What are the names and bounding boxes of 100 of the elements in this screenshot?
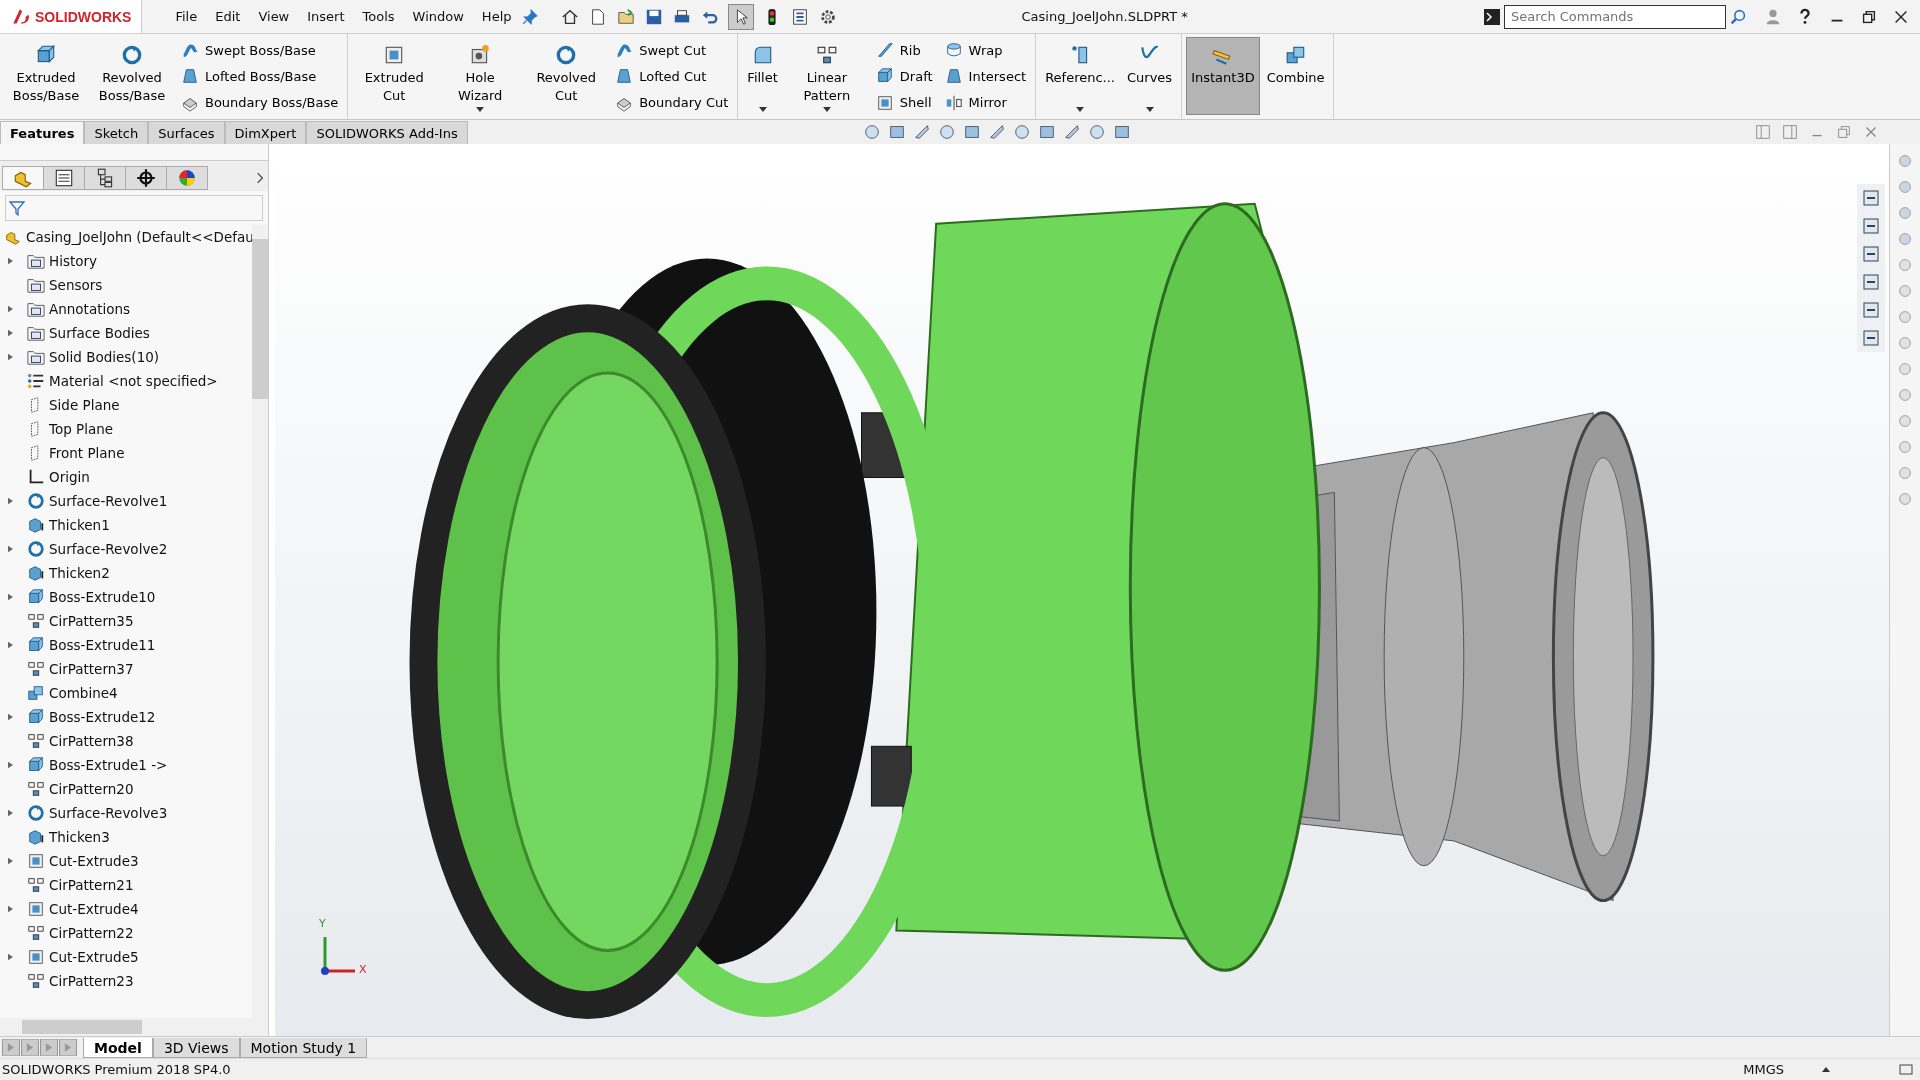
folder-icon[interactable] xyxy=(1861,244,1881,264)
tree-item[interactable]: Surface-Revolve3 xyxy=(49,805,168,821)
tree-item[interactable]: Boss-Extrude11 xyxy=(49,637,156,653)
tree-item[interactable]: Boss-Extrude1 -> xyxy=(49,757,168,773)
menu-item[interactable]: View xyxy=(249,9,299,24)
command-tab[interactable]: Features xyxy=(0,121,85,144)
crosshair-icon[interactable] xyxy=(125,166,167,190)
command-tab[interactable]: SOLIDWORKS Add-Ins xyxy=(306,121,468,144)
expand-arrow-icon[interactable] xyxy=(8,641,13,649)
model-tab[interactable]: Motion Study 1 xyxy=(239,1038,368,1058)
hierarchy-icon[interactable] xyxy=(84,166,126,190)
command-tab[interactable]: DimXpert xyxy=(224,121,307,144)
pointer-icon[interactable] xyxy=(728,4,753,29)
tree-item[interactable]: Cut-Extrude3 xyxy=(49,853,139,869)
command-tab[interactable]: Sketch xyxy=(84,121,149,144)
folder-icon[interactable] xyxy=(616,7,635,26)
part-icon[interactable] xyxy=(2,166,44,190)
expand-arrow-icon[interactable] xyxy=(8,257,13,265)
tree-item[interactable]: CirPattern20 xyxy=(49,781,134,797)
settings-icon[interactable] xyxy=(818,7,837,26)
chevron-right-icon[interactable] xyxy=(254,172,266,184)
ribbon-button[interactable]: Curves xyxy=(1122,37,1178,115)
ribbon-button[interactable]: Intersect xyxy=(939,65,1032,88)
units-selector[interactable]: MMGS xyxy=(1743,1062,1784,1077)
expand-arrow-icon[interactable] xyxy=(8,353,13,361)
expand-arrow-icon[interactable] xyxy=(8,305,13,313)
menu-item[interactable]: Edit xyxy=(206,9,250,24)
user-icon[interactable] xyxy=(1764,7,1782,26)
ribbon-button[interactable]: Instant3D xyxy=(1186,37,1260,115)
ribbon-button[interactable]: Draft xyxy=(870,65,938,88)
tree-item[interactable]: Front Plane xyxy=(49,445,125,461)
tree-item[interactable]: Annotations xyxy=(49,301,131,317)
ribbon-button[interactable]: Wrap xyxy=(939,39,1032,62)
ribbon-button[interactable]: Lofted Cut xyxy=(610,65,734,88)
ribbon-button[interactable]: Swept Boss/Base xyxy=(176,39,344,62)
property-list-icon[interactable] xyxy=(43,166,85,190)
tree-item[interactable]: CirPattern37 xyxy=(49,661,134,677)
tree-item[interactable]: Material <not specified> xyxy=(49,373,218,389)
model-tab[interactable]: 3D Views xyxy=(152,1038,240,1058)
tree-item[interactable]: Cut-Extrude5 xyxy=(49,949,139,965)
tree-item[interactable]: Thicken3 xyxy=(49,829,110,845)
tree-item[interactable]: CirPattern23 xyxy=(49,973,134,989)
tree-item[interactable]: CirPattern22 xyxy=(49,925,134,941)
ribbon-button[interactable]: Hole Wizard xyxy=(438,37,523,115)
scrollbar[interactable] xyxy=(0,1018,268,1036)
tree-item[interactable]: Thicken1 xyxy=(49,517,110,533)
menu-item[interactable]: Help xyxy=(472,9,521,24)
ribbon-button[interactable]: Rib xyxy=(870,39,938,62)
tree-item[interactable]: Top Plane xyxy=(49,421,114,437)
tree-item[interactable]: Combine4 xyxy=(49,685,118,701)
ribbon-button[interactable]: Revolved Boss/Base xyxy=(90,37,174,115)
menu-item[interactable]: Window xyxy=(403,9,473,24)
tree-item[interactable]: Solid Bodies(10) xyxy=(49,349,160,365)
expand-arrow-icon[interactable] xyxy=(8,593,13,601)
tree-item[interactable]: Cut-Extrude4 xyxy=(49,901,139,917)
ribbon-button[interactable]: Linear Pattern xyxy=(784,37,869,115)
expand-arrow-icon[interactable] xyxy=(8,809,13,817)
tree-item[interactable]: Surface-Revolve2 xyxy=(49,541,168,557)
tree-item[interactable]: Sensors xyxy=(49,277,103,293)
tree-item[interactable]: Casing_JoelJohn (Default<<Defau xyxy=(26,229,252,245)
ribbon-button[interactable]: Mirror xyxy=(939,91,1032,114)
color-wheel-icon[interactable] xyxy=(166,166,208,190)
menu-item[interactable]: Tools xyxy=(353,9,404,24)
tree-item[interactable]: Thicken2 xyxy=(49,565,110,581)
menu-item[interactable]: File xyxy=(166,9,207,24)
ribbon-button[interactable]: Extruded Cut xyxy=(352,37,437,115)
caret-icon[interactable] xyxy=(1822,1067,1830,1072)
tree-item[interactable]: Origin xyxy=(49,469,90,485)
save-icon[interactable] xyxy=(644,7,663,26)
tree-item[interactable]: CirPattern21 xyxy=(49,877,134,893)
tree-item[interactable]: CirPattern35 xyxy=(49,613,134,629)
expand-arrow-icon[interactable] xyxy=(8,713,13,721)
expand-arrow-icon[interactable] xyxy=(8,329,13,337)
ribbon-button[interactable]: Shell xyxy=(870,91,938,114)
pin-icon[interactable] xyxy=(520,7,539,26)
ribbon-button[interactable]: Lofted Boss/Base xyxy=(176,65,344,88)
tree-item[interactable]: Surface Bodies xyxy=(49,325,150,341)
expand-arrow-icon[interactable] xyxy=(8,497,13,505)
expand-arrow-icon[interactable] xyxy=(8,545,13,553)
tree-item[interactable]: Boss-Extrude12 xyxy=(49,709,156,725)
ribbon-button[interactable]: Combine xyxy=(1261,37,1330,115)
tree-item[interactable]: History xyxy=(49,253,98,269)
tree-item[interactable]: Surface-Revolve1 xyxy=(49,493,168,509)
scrollbar[interactable] xyxy=(252,225,268,1018)
expand-arrow-icon[interactable] xyxy=(8,761,13,769)
tree-item[interactable]: CirPattern38 xyxy=(49,733,134,749)
expand-arrow-icon[interactable] xyxy=(8,953,13,961)
ribbon-button[interactable]: Extruded Boss/Base xyxy=(4,37,88,115)
tree-item[interactable]: Boss-Extrude10 xyxy=(49,589,156,605)
filter-field[interactable] xyxy=(5,195,263,221)
tree-item[interactable]: Side Plane xyxy=(49,397,120,413)
ribbon-button[interactable]: Fillet xyxy=(742,37,783,115)
app-logo[interactable]: SOLIDWORKS xyxy=(0,0,143,33)
ribbon-button[interactable]: Revolved Cut xyxy=(524,37,609,115)
tile-left-icon[interactable] xyxy=(1754,123,1772,141)
ribbon-button[interactable]: Referenc... xyxy=(1040,37,1120,115)
search-field[interactable]: Search Commands xyxy=(1504,4,1726,29)
ribbon-button[interactable]: Boundary Boss/Base xyxy=(176,91,344,114)
model-tab[interactable]: Model xyxy=(83,1038,153,1058)
tile-right-icon[interactable] xyxy=(1781,123,1799,141)
